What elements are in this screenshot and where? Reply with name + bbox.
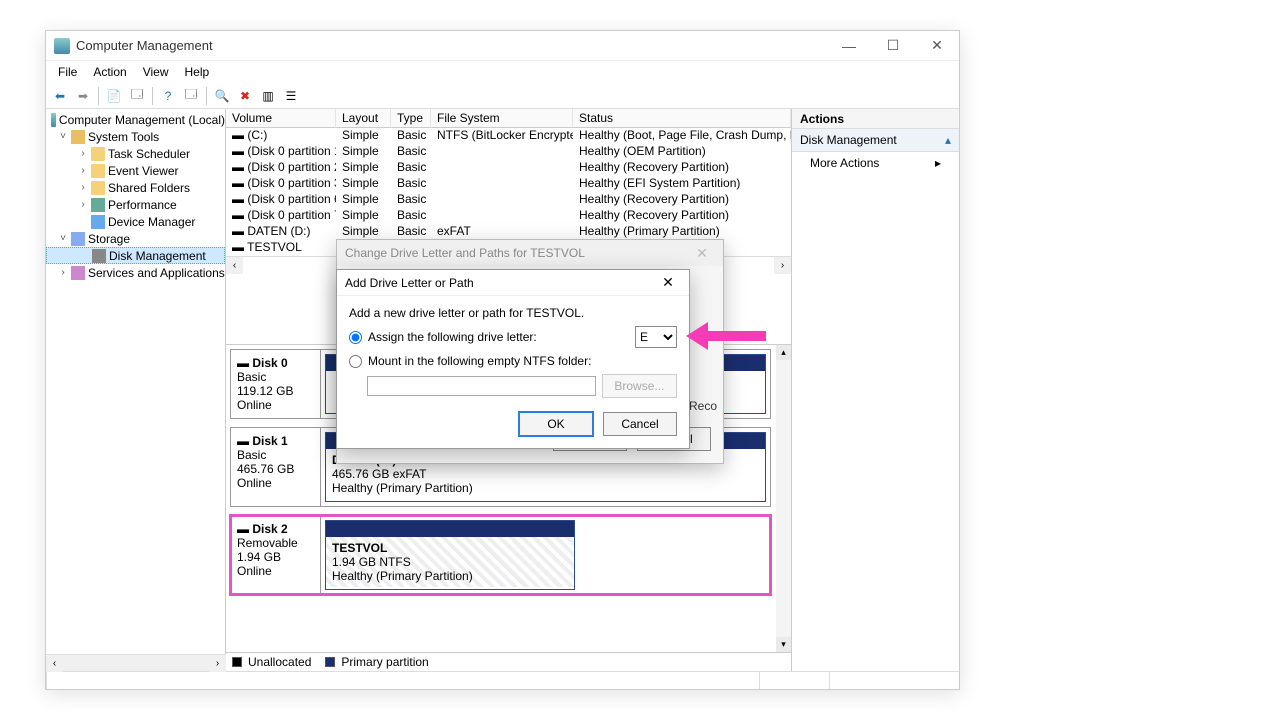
mount-folder-label: Mount in the following empty NTFS folder… xyxy=(368,354,591,368)
legend-unallocated: Unallocated xyxy=(248,655,311,669)
maximize-button[interactable]: ☐ xyxy=(871,32,915,60)
assign-letter-label: Assign the following drive letter: xyxy=(368,330,537,344)
vol-scroll-right[interactable]: › xyxy=(774,257,791,274)
col-type: Type xyxy=(391,109,431,128)
add-drive-letter-dialog: Add Drive Letter or Path ✕ Add a new dri… xyxy=(336,269,690,449)
dialog-message: Add a new drive letter or path for TESTV… xyxy=(349,306,677,320)
tree-system-tools[interactable]: ˅System Tools xyxy=(46,128,225,145)
refresh-icon[interactable]: 🗔 xyxy=(181,86,201,106)
window-title: Computer Management xyxy=(76,38,827,53)
volume-row[interactable]: ▬ (Disk 0 partition 2)SimpleBasicHealthy… xyxy=(226,160,791,176)
vol-scroll-left[interactable]: ‹ xyxy=(226,257,243,274)
menu-file[interactable]: File xyxy=(52,63,83,81)
nav-tree[interactable]: Computer Management (Local) ˅System Tool… xyxy=(46,109,226,671)
legend: Unallocated Primary partition xyxy=(226,652,791,671)
menu-view[interactable]: View xyxy=(137,63,175,81)
volume-row[interactable]: ▬ (C:)SimpleBasicNTFS (BitLocker Encrypt… xyxy=(226,128,791,144)
tree-scrollbar[interactable] xyxy=(63,655,209,671)
volume-header[interactable]: Volume Layout Type File System Status xyxy=(226,109,791,128)
col-volume: Volume xyxy=(226,109,336,128)
computer-management-window: Computer Management — ☐ ✕ File Action Vi… xyxy=(45,30,960,690)
browse-button[interactable]: Browse... xyxy=(602,374,677,398)
properties-button[interactable]: 🗔 xyxy=(127,86,147,106)
toolbar: ⬅ ➡ 📄 🗔 ? 🗔 🔍 ✖ ▥ ☰ xyxy=(46,83,959,109)
up-button[interactable]: 📄 xyxy=(104,86,124,106)
tree-scroll-left[interactable]: ‹ xyxy=(46,655,63,671)
legend-primary: Primary partition xyxy=(341,655,428,669)
col-filesystem: File System xyxy=(431,109,573,128)
list-icon[interactable]: ☰ xyxy=(281,86,301,106)
chevron-right-icon: ▸ xyxy=(935,156,941,170)
back-dialog-close[interactable]: ✕ xyxy=(689,242,715,264)
menu-help[interactable]: Help xyxy=(179,63,216,81)
tree-shared-folders[interactable]: ›Shared Folders xyxy=(46,179,225,196)
tree-services[interactable]: ›Services and Applications xyxy=(46,264,225,281)
drive-letter-select[interactable]: E xyxy=(635,326,677,348)
close-button[interactable]: ✕ xyxy=(915,32,959,60)
titlebar: Computer Management — ☐ ✕ xyxy=(46,31,959,61)
tree-scroll-right[interactable]: › xyxy=(209,655,226,671)
back-button[interactable]: ⬅ xyxy=(50,86,70,106)
mount-folder-radio[interactable] xyxy=(349,355,362,368)
assign-letter-radio[interactable] xyxy=(349,331,362,344)
actions-more[interactable]: More Actions ▸ xyxy=(792,152,959,174)
collapse-icon[interactable]: ▴ xyxy=(945,133,951,147)
volume-row[interactable]: ▬ (Disk 0 partition 1)SimpleBasicHealthy… xyxy=(226,144,791,160)
app-icon xyxy=(54,38,70,54)
partition[interactable]: TESTVOL1.94 GB NTFSHealthy (Primary Part… xyxy=(325,520,575,590)
tree-storage[interactable]: ˅Storage xyxy=(46,230,225,247)
tree-device-manager[interactable]: Device Manager xyxy=(46,213,225,230)
col-status: Status xyxy=(573,109,791,128)
menubar: File Action View Help xyxy=(46,61,959,83)
mount-path-input[interactable] xyxy=(367,376,596,396)
action-icon[interactable]: ▥ xyxy=(258,86,278,106)
col-layout: Layout xyxy=(336,109,391,128)
actions-group[interactable]: Disk Management ▴ xyxy=(792,129,959,152)
actions-title: Actions xyxy=(792,109,959,129)
tree-task-scheduler[interactable]: ›Task Scheduler xyxy=(46,145,225,162)
volume-row[interactable]: ▬ (Disk 0 partition 6)SimpleBasicHealthy… xyxy=(226,192,791,208)
minimize-button[interactable]: — xyxy=(827,32,871,60)
tree-event-viewer[interactable]: ›Event Viewer xyxy=(46,162,225,179)
disk-row[interactable]: ▬ Disk 2Removable1.94 GBOnlineTESTVOL1.9… xyxy=(230,515,771,595)
volume-row[interactable]: ▬ DATEN (D:)SimpleBasicexFATHealthy (Pri… xyxy=(226,224,791,240)
tree-disk-management[interactable]: Disk Management xyxy=(46,247,225,264)
disk-vscroll[interactable]: ▴▾ xyxy=(776,345,791,652)
statusbar xyxy=(46,671,959,689)
rescan-icon[interactable]: 🔍 xyxy=(212,86,232,106)
back-dialog-title: Change Drive Letter and Paths for TESTVO… xyxy=(345,246,585,260)
dialog-close-button[interactable]: ✕ xyxy=(655,272,681,294)
tree-root[interactable]: Computer Management (Local) xyxy=(46,111,225,128)
tree-performance[interactable]: ›Performance xyxy=(46,196,225,213)
back-reco-hint: Reco xyxy=(689,399,717,413)
volume-row[interactable]: ▬ (Disk 0 partition 7)SimpleBasicHealthy… xyxy=(226,208,791,224)
menu-action[interactable]: Action xyxy=(87,63,132,81)
ok-button[interactable]: OK xyxy=(519,412,593,436)
delete-icon[interactable]: ✖ xyxy=(235,86,255,106)
actions-pane: Actions Disk Management ▴ More Actions ▸ xyxy=(791,109,959,671)
volume-row[interactable]: ▬ (Disk 0 partition 3)SimpleBasicHealthy… xyxy=(226,176,791,192)
help-button[interactable]: ? xyxy=(158,86,178,106)
cancel-button[interactable]: Cancel xyxy=(603,412,677,436)
forward-button[interactable]: ➡ xyxy=(73,86,93,106)
dialog-title: Add Drive Letter or Path xyxy=(345,276,474,290)
